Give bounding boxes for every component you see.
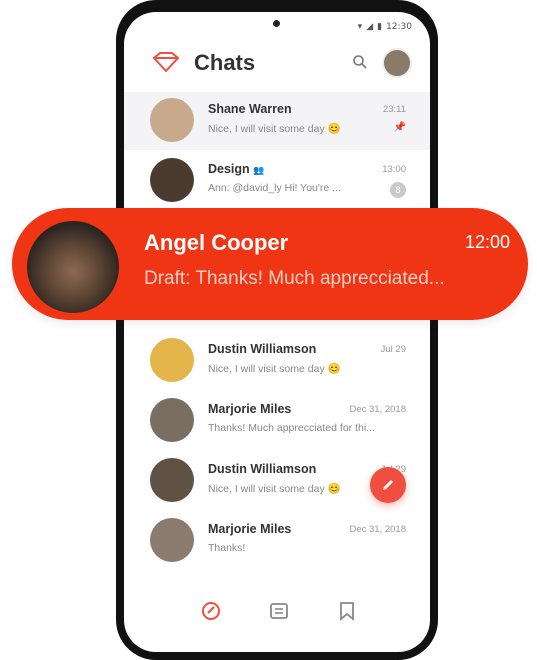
chat-message: Nice, I will visit some day 😊 [208,483,341,495]
group-icon: 👥 [253,165,265,175]
chat-name: Shane Warren [208,102,292,116]
status-time: 12:30 [386,22,412,32]
bookmark-nav-icon[interactable] [336,600,358,622]
highlighted-chat-banner[interactable]: Angel Cooper 12:00 Draft: Thanks! Much a… [12,208,528,320]
draft-message: Draft: Thanks! Much apprecciated... [144,268,445,289]
chat-item[interactable]: Dustin Williamson Nice, I will visit som… [124,332,430,390]
logo-icon [153,52,179,72]
bottom-nav [124,598,430,628]
chat-name: Dustin Williamson [208,462,317,476]
chat-message: Nice, I will visit some day 😊 [208,123,341,135]
page-title: Chats [194,50,256,75]
avatar [24,218,122,316]
battery-icon: ▮ [377,22,383,32]
app-header: Chats [124,42,430,86]
chat-message: Nice, I will visit some day 😊 [208,363,341,375]
unread-count: 8 [390,182,406,198]
avatar [150,338,194,382]
pin-icon: 📌 [393,122,406,133]
avatar [150,98,194,142]
chat-name: Marjorie Miles [208,402,292,416]
chat-name: Marjorie Miles [208,522,292,536]
chat-time: Jul 29 [380,344,406,355]
avatar [150,458,194,502]
contacts-nav-icon[interactable] [268,600,290,622]
avatar [150,398,194,442]
unread-badge: 8 [390,182,406,198]
chat-time: 12:00 [464,232,510,252]
chat-message: Ann: @david_ly Hi! You're ... [208,182,341,194]
chat-item[interactable]: Marjorie Miles Thanks! Much apprecciated… [124,392,430,450]
camera-dot [273,20,280,27]
status-bar: ▾ ◢ ▮ 12:30 [358,22,412,32]
avatar [150,158,194,202]
avatar [150,518,194,562]
profile-avatar[interactable] [382,48,412,78]
edit-icon [383,480,393,490]
search-icon[interactable] [352,54,368,70]
chat-item[interactable]: Marjorie Miles Thanks! Dec 31, 2018 [124,512,430,570]
chat-name: Dustin Williamson [208,342,317,356]
chat-message: Thanks! Much apprecciated for thi... [208,422,375,434]
chat-item[interactable]: Shane Warren Nice, I will visit some day… [124,92,430,150]
chat-message: Thanks! [208,542,246,554]
chat-item[interactable]: Design 👥 Ann: @david_ly Hi! You're ... 1… [124,152,430,210]
chat-time: 23:11 [382,104,406,115]
wifi-icon: ▾ [357,22,363,32]
signal-icon: ◢ [366,22,374,32]
phone-screen: ▾ ◢ ▮ 12:30 Chats Shane Warren Nice, I w… [124,12,430,652]
chat-time: Dec 31, 2018 [349,404,406,415]
chat-name: Design 👥 [208,162,264,176]
chat-time: Dec 31, 2018 [349,524,406,535]
chat-time: 13:00 [382,164,406,175]
chat-name: Angel Cooper [144,230,289,255]
chat-name-text: Design [208,162,250,176]
new-chat-button[interactable] [370,467,406,503]
chats-nav-icon[interactable] [200,600,222,622]
